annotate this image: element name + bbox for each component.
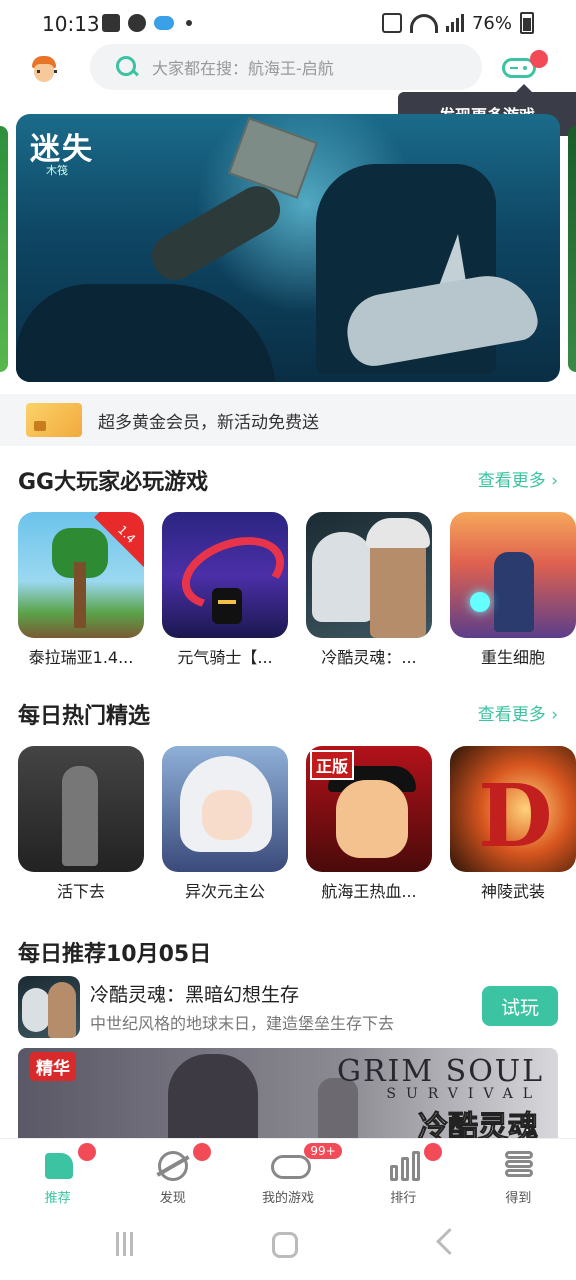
gallery-icon xyxy=(102,14,120,32)
coins-icon xyxy=(505,1151,534,1181)
game-name: 异次元主公 xyxy=(184,882,265,901)
game-card[interactable]: 冷酷灵魂：... xyxy=(306,512,432,668)
tab-rewards[interactable]: 得到 xyxy=(461,1139,576,1209)
game-card[interactable]: 异次元主公 xyxy=(162,746,288,902)
featured-game-banner[interactable]: 精华 GRIM SOUL SURVIVAL 冷酷灵魂 xyxy=(18,1048,558,1144)
grim-soul-logo: GRIM SOUL xyxy=(336,1054,544,1089)
daily-recommend-item[interactable]: 冷酷灵魂：黑暗幻想生存 中世纪风格的地球末日，建造堡垒生存下去 试玩 xyxy=(18,976,558,1040)
promo-text: 超多黄金会员，新活动免费送 xyxy=(98,412,319,433)
weather-icon xyxy=(154,16,174,30)
battery-icon xyxy=(520,12,534,34)
back-icon[interactable] xyxy=(436,1228,463,1255)
game-thumbnail xyxy=(18,976,80,1038)
notification-dot xyxy=(423,1143,442,1161)
discover-games-button[interactable] xyxy=(500,50,548,82)
notification-dot xyxy=(193,1143,212,1161)
tab-label: 推荐 xyxy=(44,1191,71,1206)
more-notifications-icon xyxy=(186,20,192,26)
status-time: 10:13 xyxy=(42,12,100,36)
game-name: 冷酷灵魂：黑暗幻想生存 xyxy=(90,984,300,1006)
game-name: 泰拉瑞亚1.4... xyxy=(28,648,134,667)
game-thumbnail xyxy=(306,512,432,638)
game-name: 神陵武装 xyxy=(480,882,545,901)
tab-recommend[interactable]: 推荐 xyxy=(0,1139,115,1209)
see-more-daily-hot[interactable]: 查看更多 › xyxy=(478,700,558,725)
game-name: 元气骑士【... xyxy=(177,648,273,667)
game-name: 航海王热血... xyxy=(321,882,417,901)
grim-soul-sublogo: SURVIVAL xyxy=(386,1086,542,1102)
banner-prev-peek[interactable] xyxy=(0,126,8,372)
planet-icon xyxy=(157,1151,188,1181)
battery-text: 76% xyxy=(471,12,512,34)
section-title-must-play: GG大玩家必玩游戏 xyxy=(18,470,209,495)
system-nav-bar xyxy=(0,1208,576,1280)
app-notification-icon xyxy=(128,14,146,32)
game-card[interactable]: 1.4 泰拉瑞亚1.4... xyxy=(18,512,144,668)
game-thumbnail xyxy=(162,746,288,872)
featured-tag: 精华 xyxy=(30,1052,76,1081)
thumbs-up-icon xyxy=(44,1153,73,1179)
tab-label: 得到 xyxy=(505,1191,532,1206)
see-more-label: 查看更多 xyxy=(477,705,546,725)
gamepad-icon xyxy=(271,1155,311,1179)
search-placeholder: 大家都在搜：航海王-启航 xyxy=(152,59,334,78)
tab-label: 排行 xyxy=(390,1191,417,1206)
game-card[interactable]: D 神陵武装 xyxy=(450,746,576,902)
avatar[interactable] xyxy=(26,52,62,88)
signal-icon xyxy=(445,14,464,32)
game-thumbnail xyxy=(450,512,576,638)
game-thumbnail xyxy=(162,512,288,638)
game-thumbnail: 正版 xyxy=(306,746,432,872)
game-name: 重生细胞 xyxy=(480,648,545,667)
game-name: 冷酷灵魂：... xyxy=(321,648,417,667)
banner-logo-sub: 木筏 xyxy=(46,164,68,177)
banner-next-peek[interactable] xyxy=(568,126,576,372)
daily-hot-list: 活下去 异次元主公 正版 航海王热血... D 神陵武装 xyxy=(18,746,576,902)
game-thumbnail: D xyxy=(450,746,576,872)
notification-dot xyxy=(78,1143,96,1161)
tab-label: 我的游戏 xyxy=(262,1191,315,1206)
game-thumbnail xyxy=(18,746,144,872)
header: 大家都在搜：航海王-启航 xyxy=(0,44,576,94)
search-bar[interactable]: 大家都在搜：航海王-启航 xyxy=(90,44,482,90)
see-more-must-play[interactable]: 查看更多 › xyxy=(478,466,558,491)
mute-icon xyxy=(381,13,402,33)
game-thumbnail: 1.4 xyxy=(18,512,144,638)
ranking-bars-icon xyxy=(390,1151,421,1181)
wifi-icon xyxy=(409,13,438,33)
tab-my-games[interactable]: 99+ 我的游戏 xyxy=(230,1139,345,1209)
must-play-list: 1.4 泰拉瑞亚1.4... 元气骑士【... 冷酷灵魂：... 重生细胞 xyxy=(18,512,576,668)
vip-card-icon xyxy=(26,403,82,437)
system-icons: 76% xyxy=(381,12,534,34)
game-card[interactable]: 正版 航海王热血... xyxy=(306,746,432,902)
count-badge: 99+ xyxy=(304,1143,342,1159)
tab-label: 发现 xyxy=(159,1191,186,1206)
banner-raft-game[interactable]: 迷失 木筏 xyxy=(16,114,560,382)
home-icon[interactable] xyxy=(272,1232,298,1258)
status-bar: 10:13 76% xyxy=(0,0,576,48)
game-name: 活下去 xyxy=(56,882,105,901)
official-badge: 正版 xyxy=(310,750,355,780)
game-card[interactable]: 活下去 xyxy=(18,746,144,902)
banner-carousel[interactable]: 迷失 木筏 xyxy=(0,114,576,384)
game-card[interactable]: 重生细胞 xyxy=(450,512,576,668)
tab-discover[interactable]: 发现 xyxy=(115,1139,230,1209)
notification-dot xyxy=(530,50,548,68)
bottom-tab-bar: 推荐 发现 99+ 我的游戏 排行 得到 xyxy=(0,1138,576,1209)
daily-recommend-title: 每日推荐10月05日 xyxy=(18,942,212,967)
notification-icons xyxy=(102,14,192,32)
search-icon xyxy=(116,56,139,78)
section-title-daily-hot: 每日热门精选 xyxy=(18,704,151,729)
game-description: 中世纪风格的地球末日，建造堡垒生存下去 xyxy=(90,1014,395,1033)
promo-strip[interactable]: 超多黄金会员，新活动免费送 xyxy=(0,394,576,446)
try-button[interactable]: 试玩 xyxy=(482,986,558,1026)
see-more-label: 查看更多 xyxy=(477,471,546,491)
tab-ranking[interactable]: 排行 xyxy=(346,1139,461,1209)
recent-apps-icon[interactable] xyxy=(112,1232,136,1256)
game-card[interactable]: 元气骑士【... xyxy=(162,512,288,668)
